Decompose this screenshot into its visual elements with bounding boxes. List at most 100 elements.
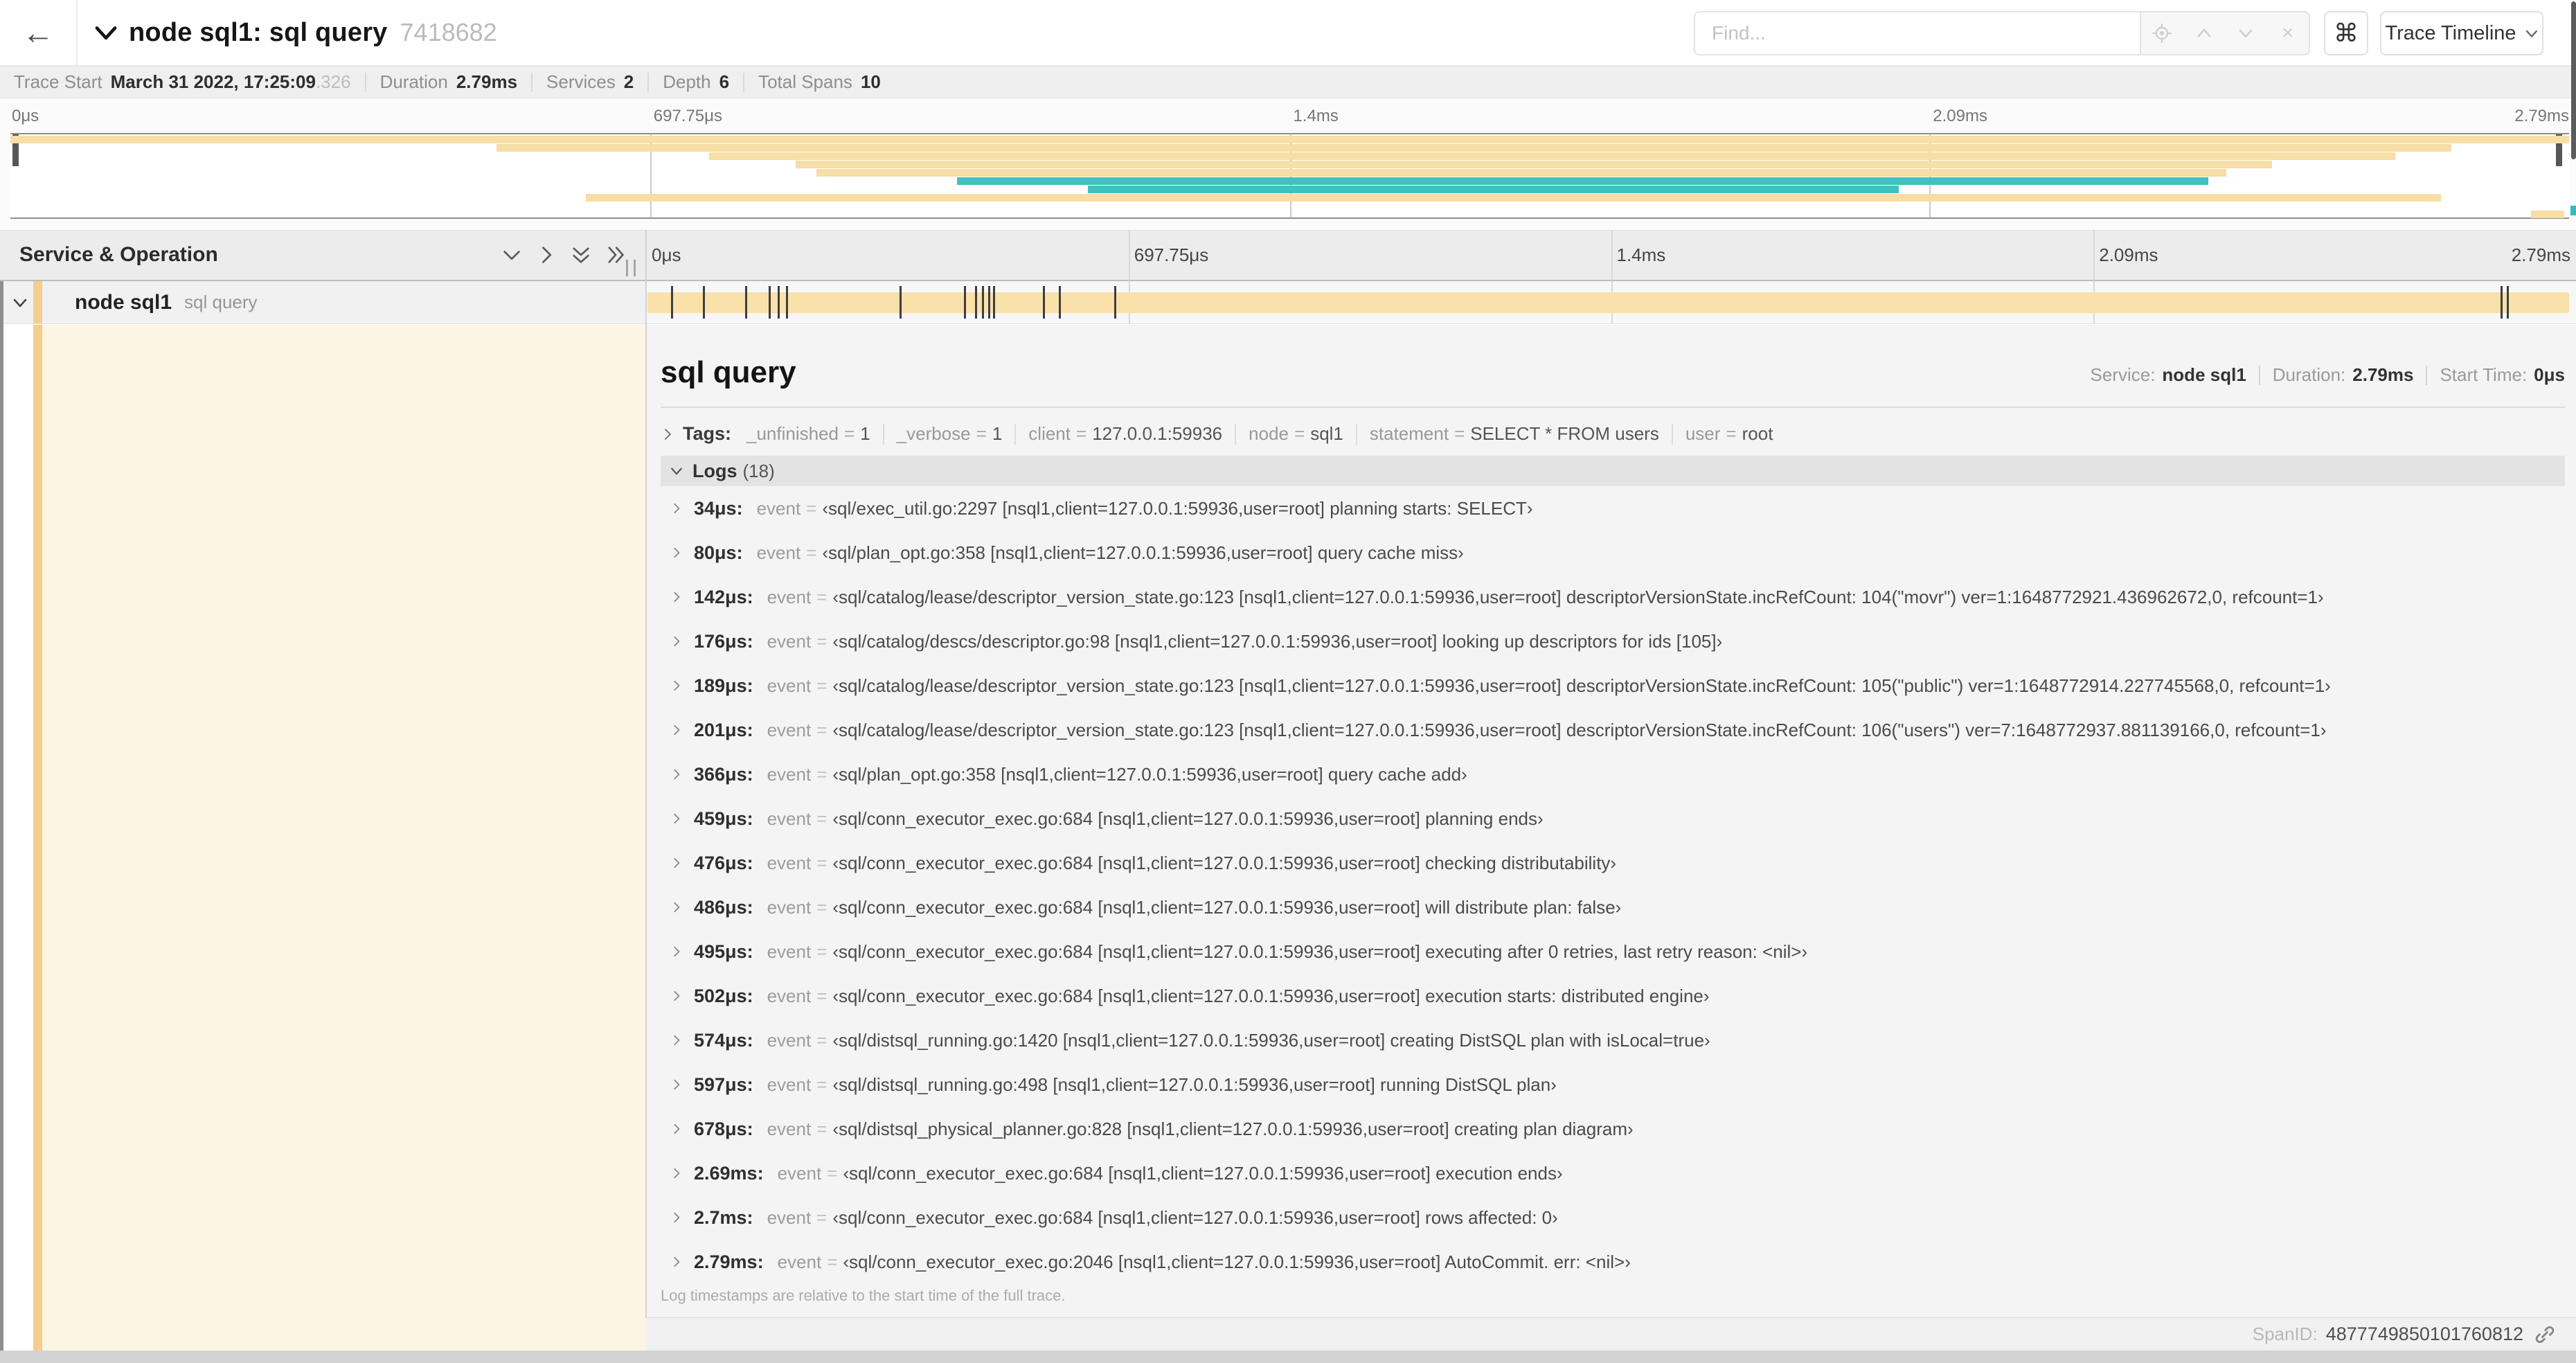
log-entry-row[interactable]: 574μs: event = ‹sql/distsql_running.go:1420… bbox=[661, 1018, 2565, 1062]
tag-key: statement bbox=[1369, 423, 1449, 444]
prev-result-icon[interactable] bbox=[2183, 12, 2226, 54]
log-field-key: event bbox=[767, 719, 812, 740]
expanded-row-accent bbox=[42, 325, 645, 1351]
span-timeline-cell[interactable] bbox=[646, 281, 2576, 323]
log-entry-row[interactable]: 176μs: event = ‹sql/catalog/descs/descripto… bbox=[661, 619, 2565, 663]
locate-icon[interactable] bbox=[2141, 12, 2183, 54]
meta-label: Start Time: bbox=[2440, 364, 2528, 385]
log-entry-row[interactable]: 34μs: event = ‹sql/exec_util.go:2297 [nsql1… bbox=[661, 486, 2565, 531]
log-entry-row[interactable]: 2.7ms: event = ‹sql/conn_executor_exec.go:6… bbox=[661, 1195, 2565, 1240]
log-entry-row[interactable]: 476μs: event = ‹sql/conn_executor_exec.go:6… bbox=[661, 841, 2565, 885]
chevron-right-icon bbox=[674, 1168, 680, 1179]
log-marker-tick bbox=[982, 286, 985, 319]
view-selector-button[interactable]: Trace Timeline bbox=[2380, 11, 2543, 55]
chevron-right-icon bbox=[674, 1212, 680, 1223]
log-timestamp: 34μs: bbox=[694, 497, 743, 519]
span-collapse-chevron-icon[interactable] bbox=[11, 294, 29, 312]
log-equals: = bbox=[816, 896, 828, 918]
left-scrollbar[interactable] bbox=[0, 281, 3, 1351]
meta-label: Duration: bbox=[2272, 364, 2346, 385]
next-result-icon[interactable] bbox=[2225, 12, 2267, 54]
log-timestamp: 366μs: bbox=[694, 763, 753, 785]
log-equals: = bbox=[816, 586, 828, 607]
chevron-right-icon bbox=[674, 857, 680, 868]
span-detail-header: sql query Service: node sql1 Duration: 2.79… bbox=[661, 344, 2565, 390]
link-icon[interactable] bbox=[2533, 1323, 2557, 1346]
span-duration-bar[interactable] bbox=[647, 292, 2569, 313]
column-resize-grip[interactable] bbox=[626, 260, 636, 276]
log-field-value: ‹sql/conn_executor_exec.go:684 [nsql1,cl… bbox=[832, 1206, 1558, 1228]
scrollbar-marker bbox=[2570, 206, 2576, 215]
tag-separator bbox=[1014, 423, 1017, 445]
horizontal-scrollbar[interactable] bbox=[0, 1351, 2576, 1363]
log-field-value: ‹sql/conn_executor_exec.go:684 [nsql1,cl… bbox=[832, 808, 1544, 829]
log-entry-row[interactable]: 189μs: event = ‹sql/catalog/lease/descripto… bbox=[661, 663, 2565, 708]
vertical-scrollbar[interactable] bbox=[2571, 1, 2576, 159]
tag-value: sql1 bbox=[1310, 423, 1343, 444]
log-entry-row[interactable]: 2.69ms: event = ‹sql/conn_executor_exec.go:… bbox=[661, 1151, 2565, 1195]
stat-label: Total Spans bbox=[758, 71, 852, 92]
log-entry-row[interactable]: 80μs: event = ‹sql/plan_opt.go:358 [nsql1,c… bbox=[661, 531, 2565, 575]
log-marker-tick bbox=[769, 286, 771, 319]
log-equals: = bbox=[816, 1206, 828, 1228]
log-entry-row[interactable]: 142μs: event = ‹sql/catalog/lease/descripto… bbox=[661, 575, 2565, 619]
log-field-value: ‹sql/catalog/lease/descriptor_version_st… bbox=[832, 586, 2324, 607]
log-entry-row[interactable]: 502μs: event = ‹sql/conn_executor_exec.go:6… bbox=[661, 974, 2565, 1018]
log-equals: = bbox=[816, 1074, 828, 1095]
log-timestamp: 486μs: bbox=[694, 896, 753, 918]
meta-value: 0μs bbox=[2534, 364, 2565, 385]
log-entry-row[interactable]: 597μs: event = ‹sql/distsql_running.go:498 … bbox=[661, 1062, 2565, 1107]
log-entry-row[interactable]: 495μs: event = ‹sql/conn_executor_exec.go:6… bbox=[661, 929, 2565, 974]
chevron-right-icon bbox=[674, 547, 680, 558]
log-equals: = bbox=[816, 941, 828, 962]
chevron-right-icon bbox=[674, 591, 680, 603]
log-marker-tick bbox=[988, 286, 991, 319]
find-input[interactable] bbox=[1694, 11, 2140, 55]
collapse-one-icon[interactable] bbox=[501, 244, 522, 265]
collapse-trace-chevron-icon[interactable] bbox=[94, 21, 118, 44]
tag-value: SELECT * FROM users bbox=[1470, 423, 1659, 444]
gridline bbox=[2093, 231, 2095, 280]
log-field-value: ‹sql/conn_executor_exec.go:684 [nsql1,cl… bbox=[832, 941, 1808, 962]
log-entry-row[interactable]: 366μs: event = ‹sql/plan_opt.go:358 [nsql1,… bbox=[661, 752, 2565, 796]
minimap-axis-label: 2.79ms bbox=[2514, 107, 2569, 125]
tags-accordion[interactable]: Tags: _unfinished = 1 _verbose = 1 client = 127.… bbox=[661, 423, 2565, 445]
log-field-value: ‹sql/distsql_physical_planner.go:828 [ns… bbox=[832, 1118, 1634, 1139]
logs-accordion-header[interactable]: Logs (18) bbox=[661, 456, 2565, 486]
log-entry-row[interactable]: 486μs: event = ‹sql/conn_executor_exec.go:6… bbox=[661, 885, 2565, 929]
chevron-right-icon bbox=[674, 680, 680, 691]
back-arrow-icon: ← bbox=[22, 15, 54, 51]
log-marker-tick bbox=[702, 286, 705, 319]
span-name-cell[interactable]: node sql1 sql query bbox=[0, 281, 645, 323]
span-detail-title: sql query bbox=[661, 355, 796, 389]
log-timestamp: 597μs: bbox=[694, 1074, 753, 1095]
log-entry-row[interactable]: 201μs: event = ‹sql/catalog/lease/descripto… bbox=[661, 708, 2565, 752]
stat-label: Depth bbox=[663, 71, 711, 92]
trace-title-wrap: node sql1: sql query 7418682 bbox=[94, 0, 497, 65]
tag-key: _verbose bbox=[896, 423, 971, 444]
expand-one-icon[interactable] bbox=[536, 244, 557, 265]
log-entry-row[interactable]: 678μs: event = ‹sql/distsql_physical_planne… bbox=[661, 1107, 2565, 1151]
minimap-span-bar bbox=[2530, 211, 2564, 218]
tag-key: client bbox=[1028, 423, 1071, 444]
back-button[interactable]: ← bbox=[0, 0, 78, 65]
minimap-canvas[interactable] bbox=[10, 133, 2569, 219]
span-id-label: SpanID: bbox=[2252, 1324, 2318, 1344]
stat-label: Trace Start bbox=[14, 71, 102, 92]
clear-search-icon[interactable]: × bbox=[2267, 12, 2309, 54]
stat-value: 10 bbox=[860, 71, 881, 92]
minimap-axis-label: 2.09ms bbox=[1933, 107, 1987, 125]
log-field-key: event bbox=[767, 763, 812, 785]
log-entry-row[interactable]: 2.79ms: event = ‹sql/conn_executor_exec.go:… bbox=[661, 1240, 2565, 1284]
chevron-right-icon bbox=[674, 636, 680, 647]
service-color-stripe bbox=[33, 325, 42, 1351]
chevron-down-icon bbox=[2525, 30, 2537, 37]
expand-all-icon[interactable] bbox=[605, 244, 626, 265]
span-id-value: 4877749850101760812 bbox=[2325, 1324, 2523, 1344]
detail-row-left-column bbox=[0, 325, 645, 1351]
collapse-all-icon[interactable] bbox=[571, 244, 591, 265]
minimap-span-bar bbox=[708, 152, 2395, 160]
keyboard-shortcuts-button[interactable]: ⌘ bbox=[2324, 11, 2368, 55]
chevron-right-icon bbox=[674, 1079, 680, 1090]
log-entry-row[interactable]: 459μs: event = ‹sql/conn_executor_exec.go:6… bbox=[661, 796, 2565, 841]
